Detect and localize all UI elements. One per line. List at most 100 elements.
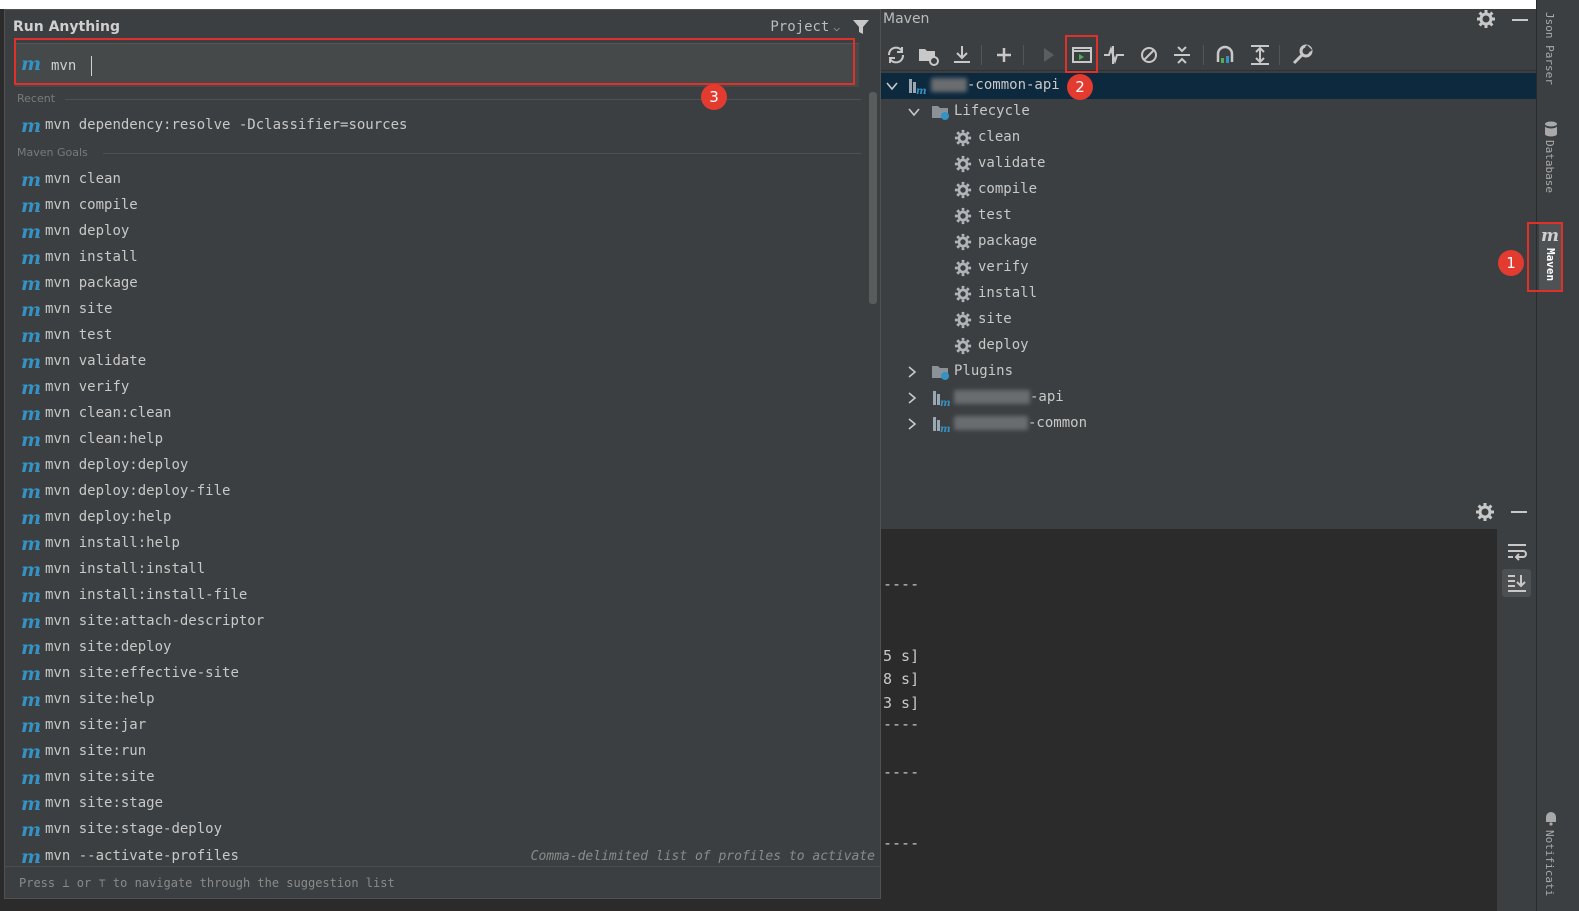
list-item-goal[interactable]: m mvn site:deploy <box>19 635 879 661</box>
list-item-goal[interactable]: m mvn site:stage-deploy <box>19 817 879 843</box>
tree-module-api[interactable]: m -api <box>881 385 1536 411</box>
right-tool-strip: Json Parser Database m Maven Notificati <box>1536 0 1579 911</box>
list-item-goal[interactable]: m mvn site:effective-site <box>19 661 879 687</box>
list-item-goal[interactable]: m mvn deploy <box>19 219 879 245</box>
input-value[interactable]: mvn <box>51 58 76 74</box>
lifecycle-label: Lifecycle <box>954 103 1030 119</box>
chevron-down-icon[interactable] <box>885 79 899 93</box>
list-item-goal[interactable]: m mvn clean:clean <box>19 401 879 427</box>
bottom-status-strip <box>0 899 881 911</box>
scope-dropdown[interactable]: Project ⌵ <box>770 19 840 35</box>
reload-icon[interactable] <box>883 42 909 68</box>
tree-lifecycle-goal[interactable]: compile <box>881 177 1536 203</box>
console-side-toolbar <box>1497 529 1536 911</box>
list-item-goal[interactable]: m mvn site <box>19 297 879 323</box>
tree-lifecycle-goal[interactable]: validate <box>881 151 1536 177</box>
wrench-icon[interactable] <box>1289 42 1315 68</box>
list-item-goal[interactable]: m mvn clean:help <box>19 427 879 453</box>
list-item-goal[interactable]: m mvn validate <box>19 349 879 375</box>
list-item-goal[interactable]: m mvn install:help <box>19 531 879 557</box>
tree-lifecycle-goal[interactable]: deploy <box>881 333 1536 359</box>
execute-goal-icon[interactable] <box>1069 42 1095 68</box>
toggle-offline-icon[interactable] <box>1101 42 1127 68</box>
tree-lifecycle-goal[interactable]: clean <box>881 125 1536 151</box>
skip-tests-icon[interactable] <box>1136 42 1162 68</box>
command-text: mvn site:effective-site <box>45 665 239 681</box>
run-icon[interactable] <box>1035 42 1061 68</box>
list-item-goal[interactable]: m mvn site:attach-descriptor <box>19 609 879 635</box>
list-item-goal[interactable]: m mvn site:jar <box>19 713 879 739</box>
chevron-down-icon[interactable] <box>907 105 921 119</box>
lifecycle-goal-label: validate <box>978 155 1046 171</box>
tree-lifecycle-goal[interactable]: verify <box>881 255 1536 281</box>
list-item-goal[interactable]: m mvn site:stage <box>19 791 879 817</box>
chevron-right-icon[interactable] <box>905 365 919 379</box>
list-item-goal[interactable]: m mvn deploy:help <box>19 505 879 531</box>
chevron-right-icon[interactable] <box>905 391 919 405</box>
scrollbar-thumb[interactable] <box>869 92 877 304</box>
redacted-text <box>954 390 1030 404</box>
run-anything-input[interactable]: m mvn <box>15 43 859 87</box>
command-text: mvn clean:clean <box>45 405 172 421</box>
list-item-goal[interactable]: m mvn deploy:deploy-file <box>19 479 879 505</box>
command-text: mvn compile <box>45 197 138 213</box>
list-item-goal[interactable]: m mvn install:install-file <box>19 583 879 609</box>
run-console-window: ---- 5 s] 8 s] 3 s] ---- ---- ---- <box>881 499 1536 911</box>
notifications-tab[interactable]: Notificati <box>1543 830 1556 896</box>
command-text: mvn site:jar <box>45 717 147 733</box>
list-item-goal[interactable]: m mvn site:help <box>19 687 879 713</box>
annotation-badge: 2 <box>1067 74 1093 100</box>
scroll-to-end-icon <box>1508 575 1526 592</box>
expand-all-icon[interactable] <box>1247 42 1273 68</box>
tree-module-common[interactable]: m -common <box>881 411 1536 437</box>
scroll-to-end-button[interactable] <box>1502 569 1531 597</box>
tree-lifecycle-goal[interactable]: test <box>881 203 1536 229</box>
maven-icon: m <box>21 691 41 709</box>
list-item-goal[interactable]: m mvn clean <box>19 167 879 193</box>
minimize-icon[interactable] <box>1511 511 1527 513</box>
maven-icon: m <box>21 821 41 839</box>
download-icon[interactable] <box>949 42 975 68</box>
list-item-goal[interactable]: m mvn install:install <box>19 557 879 583</box>
toolbar-separator <box>1203 45 1204 65</box>
maven-tab[interactable]: m Maven <box>1539 222 1563 292</box>
list-item-goal[interactable]: m mvn package <box>19 271 879 297</box>
json-parser-tab[interactable]: Json Parser <box>1543 12 1556 85</box>
filter-icon[interactable] <box>852 18 870 36</box>
maven-icon: m <box>21 223 41 241</box>
tree-lifecycle-goal[interactable]: site <box>881 307 1536 333</box>
maven-icon: m <box>21 197 41 215</box>
svg-text:m: m <box>21 405 41 423</box>
chevron-right-icon[interactable] <box>905 417 919 431</box>
list-item-goal[interactable]: m mvn site:run <box>19 739 879 765</box>
list-item-goal[interactable]: m mvn compile <box>19 193 879 219</box>
list-item-recent[interactable]: m mvn dependency:resolve -Dclassifier=sou… <box>19 113 879 139</box>
show-dependencies-icon[interactable] <box>1212 42 1238 68</box>
database-tab[interactable]: Database <box>1543 140 1556 193</box>
svg-text:m: m <box>21 275 41 293</box>
gear-icon[interactable] <box>1475 502 1495 522</box>
console-output: ---- 5 s] 8 s] 3 s] ---- ---- ---- <box>881 529 1497 911</box>
tree-root-project[interactable]: m -common-api <box>881 73 1536 99</box>
command-text: mvn site:deploy <box>45 639 172 655</box>
tree-lifecycle-goal[interactable]: install <box>881 281 1536 307</box>
module-label: -common <box>954 415 1087 431</box>
tree-lifecycle[interactable]: Lifecycle <box>881 99 1536 125</box>
add-icon[interactable] <box>991 42 1017 68</box>
folder-generate-icon[interactable] <box>915 42 941 68</box>
collapse-icon[interactable] <box>1169 42 1195 68</box>
list-item-goal[interactable]: m mvn install <box>19 245 879 271</box>
gear-icon[interactable] <box>1476 9 1496 29</box>
tree-lifecycle-goal[interactable]: package <box>881 229 1536 255</box>
list-item-goal[interactable]: m mvn site:site <box>19 765 879 791</box>
list-item-goal[interactable]: m mvn test <box>19 323 879 349</box>
svg-text:m: m <box>21 353 41 371</box>
tree-plugins[interactable]: Plugins <box>881 359 1536 385</box>
list-item-goal[interactable]: m mvn verify <box>19 375 879 401</box>
svg-text:m: m <box>21 561 41 579</box>
soft-wrap-icon[interactable] <box>1505 539 1529 563</box>
maven-icon: m <box>21 561 41 579</box>
list-item-goal[interactable]: m mvn deploy:deploy <box>19 453 879 479</box>
redacted-text <box>931 78 967 92</box>
minimize-icon[interactable] <box>1512 19 1528 21</box>
